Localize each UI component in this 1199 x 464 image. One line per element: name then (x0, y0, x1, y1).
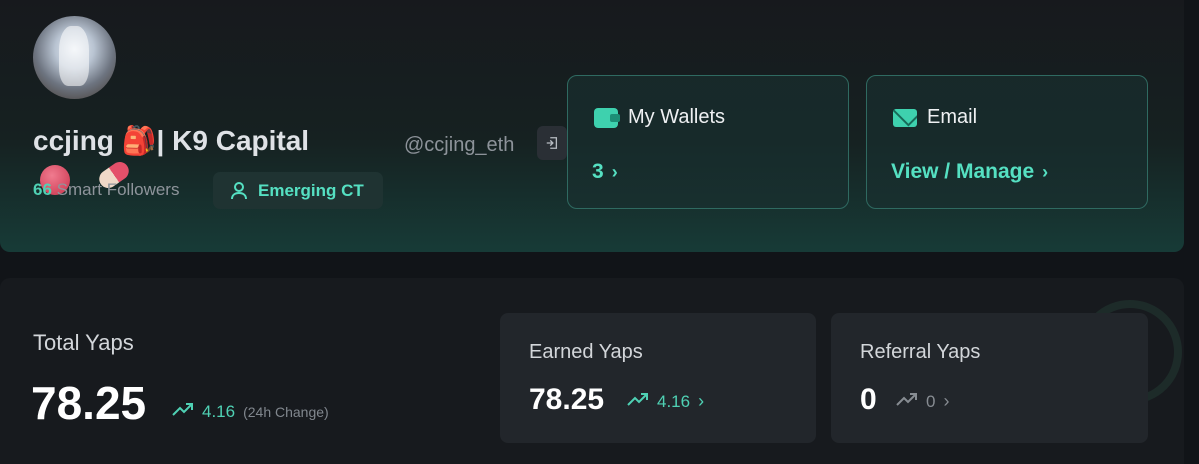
referral-change-value: 0 (926, 391, 936, 411)
logout-button[interactable] (537, 126, 567, 160)
wallet-icon (594, 107, 620, 128)
earned-yaps-value: 78.25 (529, 383, 605, 416)
total-yaps-label: Total Yaps (33, 330, 134, 355)
my-wallets-title: My Wallets (594, 106, 725, 129)
referral-yaps-label: Referral Yaps (860, 341, 981, 363)
my-wallets-label: My Wallets (628, 106, 726, 128)
chevron-right-icon: › (1042, 161, 1049, 182)
referral-yaps-change: 0 › (896, 391, 949, 412)
logout-icon (546, 137, 558, 149)
display-name: ccjing 🎒| K9 Capital (33, 125, 310, 156)
earned-yaps-label: Earned Yaps (529, 341, 643, 363)
trend-up-icon (627, 391, 649, 412)
badge-label: Emerging CT (258, 180, 364, 200)
chevron-right-icon: › (611, 161, 618, 182)
trend-up-icon (172, 401, 194, 422)
chevron-right-icon[interactable]: › (698, 391, 704, 412)
wallets-count-link[interactable]: 3 › (592, 160, 618, 184)
referral-yaps-value: 0 (860, 383, 877, 416)
mail-icon (893, 108, 917, 127)
earned-yaps-change: 4.16 › (627, 391, 704, 412)
my-wallets-card[interactable]: My Wallets 3 › (567, 75, 849, 209)
smart-followers-label: Smart Followers (56, 180, 180, 199)
trend-up-icon (896, 391, 918, 412)
view-manage-link[interactable]: View / Manage › (891, 160, 1048, 184)
wallets-count: 3 (592, 160, 604, 183)
total-yaps-value: 78.25 (31, 377, 147, 429)
earned-change-value: 4.16 (657, 391, 691, 411)
view-manage-label: View / Manage (891, 160, 1035, 183)
chevron-right-icon[interactable]: › (943, 391, 949, 412)
avatar (33, 16, 116, 99)
total-yaps-change: 4.16 (24h Change) (172, 401, 329, 422)
total-change-value: 4.16 (202, 401, 236, 421)
user-handle: @ccjing_eth (404, 134, 515, 156)
smart-followers: 66 Smart Followers (33, 180, 179, 200)
referral-yaps-card[interactable]: Referral Yaps 0 0 › (831, 313, 1148, 443)
email-card[interactable]: Email View / Manage › (866, 75, 1148, 209)
email-title: Email (893, 106, 977, 129)
smart-followers-count: 66 (33, 180, 52, 199)
email-label: Email (927, 106, 978, 128)
earned-yaps-card[interactable]: Earned Yaps 78.25 4.16 › (500, 313, 816, 443)
status-badge[interactable]: Emerging CT (213, 172, 383, 209)
user-icon (231, 181, 247, 199)
change-note: (24h Change) (243, 403, 329, 420)
